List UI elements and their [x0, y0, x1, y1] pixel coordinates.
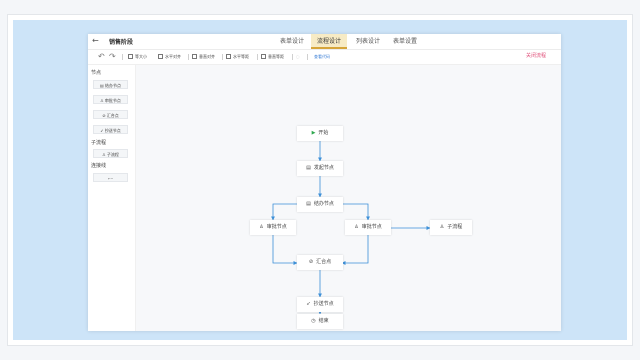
connector-approve2-merge [341, 235, 369, 265]
toolbar-divider [222, 54, 223, 60]
form-icon: ▤ [306, 165, 311, 171]
tab-form-design[interactable]: 表单设计 [276, 34, 308, 49]
node-label: 开始 [318, 130, 329, 136]
connector-handle-approve1 [271, 203, 297, 221]
flow-node-end[interactable]: ◷ 结束 [297, 314, 343, 329]
app-header: ← 销售阶段 表单设计 流程设计 列表设计 表单设置 [88, 34, 561, 50]
flow-node-initiate[interactable]: ▤ 发起节点 [297, 161, 343, 176]
distribute-horizontal-button[interactable]: 水平等距 [226, 54, 249, 60]
align-horizontal-label: 水平对齐 [165, 54, 181, 59]
connector-handle-approve2 [343, 203, 370, 221]
undo-icon[interactable]: ↶ [98, 52, 105, 61]
node-label: 汇合点 [316, 259, 332, 265]
connector-approve1-merge [272, 235, 298, 265]
clock-icon: ◷ [311, 318, 316, 324]
tab-flow-design[interactable]: 流程设计 [311, 34, 347, 49]
palette-item-cc-node[interactable]: ➶ 抄送节点 [93, 125, 128, 134]
user-icon: ♙ [354, 224, 359, 230]
align-horizontal-icon [158, 54, 163, 59]
distribute-vertical-label: 垂直等距 [268, 54, 284, 59]
flow-node-approve-2[interactable]: ♙ 审批节点 [345, 220, 391, 235]
palette-item-handle-node[interactable]: ▤ 结办节点 [93, 80, 128, 89]
flow-node-start[interactable]: ▶ 开始 [297, 126, 343, 141]
palette-item-approve-node[interactable]: ♙ 审批节点 [93, 95, 128, 104]
play-icon: ▶ [311, 130, 316, 136]
toolbar-divider [307, 54, 308, 60]
palette-item-subflow[interactable]: ♙ 子流程 [93, 149, 128, 158]
flow-node-merge[interactable]: ⊘ 汇合点 [297, 255, 343, 270]
same-size-icon [128, 54, 133, 59]
align-vertical-label: 垂直对齐 [199, 54, 215, 59]
node-label: 发起节点 [313, 165, 334, 171]
tab-form-settings[interactable]: 表单设置 [389, 34, 421, 49]
redo-icon[interactable]: ↷ [109, 52, 116, 61]
toolbar-divider [188, 54, 189, 60]
page-title: 销售阶段 [109, 39, 134, 46]
same-size-button[interactable]: 等大小 [128, 54, 147, 60]
flow-node-subflow[interactable]: ♙ 子流程 [430, 220, 472, 235]
node-label: 子流程 [447, 224, 463, 230]
palette-item-label: 结办节点 [105, 83, 122, 88]
distribute-vertical-button[interactable]: 垂直等距 [261, 54, 284, 60]
tab-list-design[interactable]: 列表设计 [352, 34, 384, 49]
palette-item-label: 汇合点 [106, 113, 119, 118]
palette-item-label: 抄送节点 [104, 128, 121, 133]
help-icon[interactable]: ◌ [296, 54, 300, 60]
same-size-label: 等大小 [135, 54, 147, 59]
distribute-horizontal-label: 水平等距 [233, 54, 249, 59]
send-icon: ➶ [306, 301, 311, 307]
align-horizontal-button[interactable]: 水平对齐 [158, 54, 181, 60]
toolbar-divider [292, 54, 293, 60]
link-icon: ⊘ [308, 259, 314, 265]
node-label: 审批节点 [266, 224, 287, 230]
node-label: 抄送节点 [313, 301, 334, 307]
node-palette: 节点 ▤ 结办节点 ♙ 审批节点 ⊘ 汇合点 ➶ 抄送节点 子流程 ♙ 子流程 … [88, 65, 136, 331]
distribute-horizontal-icon [226, 54, 231, 59]
align-vertical-icon [192, 54, 197, 59]
toolbar: ↶ ↷ 等大小 水平对齐 垂直对齐 水平等距 垂直等距 ◌ 查看代码 关闭流程 [88, 50, 561, 65]
section-subflow-title: 子流程 [91, 140, 107, 146]
section-nodes-title: 节点 [91, 70, 102, 76]
flow-canvas[interactable]: ▶ 开始 ▤ 发起节点 ▤ 结办节点 ♙ 审批节点 ♙ 审批节点 ♙ 子流程 ⊘ 汇合点 ➶ 抄… [136, 65, 561, 331]
section-connector-title: 连接线 [91, 163, 107, 169]
palette-item-connector[interactable]: ⌐·· [93, 173, 128, 182]
palette-item-label: 审批节点 [104, 98, 121, 103]
align-vertical-button[interactable]: 垂直对齐 [192, 54, 215, 60]
flow-node-cc[interactable]: ➶ 抄送节点 [297, 297, 343, 312]
connector-icon: ⌐·· [107, 176, 114, 181]
palette-item-label: 子流程 [106, 152, 119, 157]
toolbar-divider [257, 54, 258, 60]
view-code-link[interactable]: 查看代码 [314, 54, 330, 60]
node-label: 审批节点 [361, 224, 382, 230]
node-label: 结束 [318, 318, 329, 324]
toolbar-divider [122, 54, 123, 60]
distribute-vertical-icon [261, 54, 266, 59]
close-flow-link[interactable]: 关闭流程 [526, 53, 546, 60]
flow-node-approve-1[interactable]: ♙ 审批节点 [250, 220, 296, 235]
user-icon: ♙ [259, 224, 264, 230]
user-icon: ♙ [439, 224, 445, 230]
form-icon: ▤ [306, 201, 311, 207]
flow-connections [271, 141, 431, 315]
app-window: ← 销售阶段 表单设计 流程设计 列表设计 表单设置 ↶ ↷ 等大小 水平对齐 … [88, 34, 561, 331]
node-label: 结办节点 [313, 201, 334, 207]
back-arrow-icon[interactable]: ← [92, 35, 99, 47]
palette-item-merge-node[interactable]: ⊘ 汇合点 [93, 110, 128, 119]
flow-node-handle[interactable]: ▤ 结办节点 [297, 197, 343, 212]
